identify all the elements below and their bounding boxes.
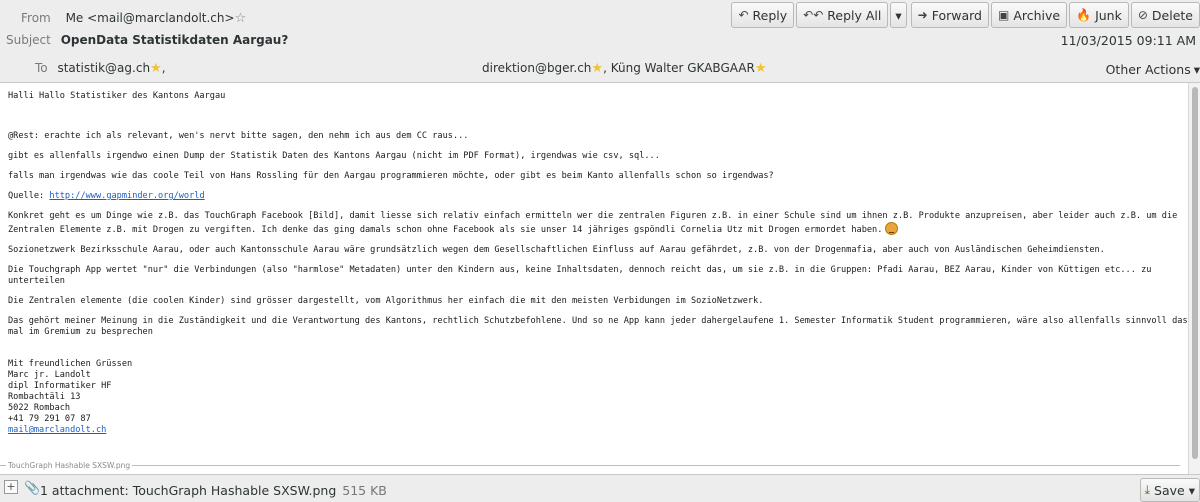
recipient-direktion[interactable]: direktion@bger.ch	[482, 61, 591, 75]
paragraph: Das gehört meiner Meinung in die Zuständ…	[8, 316, 1188, 337]
reply-label: Reply	[752, 7, 788, 23]
forward-button[interactable]: ➜ Forward	[910, 2, 989, 28]
save-button[interactable]: ⤓ Save ▾	[1139, 478, 1200, 502]
paragraph: Sozionetzwerk Bezirksschule Aarau, oder …	[8, 245, 1105, 255]
star-icon[interactable]: ★	[591, 61, 603, 76]
paragraph: Die Zentralen elemente (die coolen Kinde…	[8, 296, 764, 306]
reply-all-button[interactable]: ↶↶ Reply All	[796, 2, 889, 28]
attachment-text: 1 attachment: TouchGraph Hashable SXSW.p…	[40, 483, 337, 498]
signature: Mit freundlichen Grüssen Marc jr. Landol…	[8, 359, 133, 424]
message-date: 11/03/2015 09:11 AM	[1060, 33, 1196, 48]
source-paragraph: Quelle: http://www.gapminder.org/world	[8, 191, 1188, 202]
reply-all-dropdown[interactable]: ▾	[890, 2, 907, 28]
to-row: To statistik@ag.ch★,	[35, 61, 166, 76]
other-actions-label: Other Actions	[1105, 61, 1191, 77]
signature-email-link[interactable]: mail@marclandolt.ch	[8, 425, 106, 435]
separator-line	[0, 465, 6, 466]
recipient-separator: ,	[603, 61, 607, 75]
recipient-statistik[interactable]: statistik@ag.ch	[57, 61, 150, 75]
to-label: To	[35, 61, 48, 75]
paragraph: Die Touchgraph App wertet "nur" die Verb…	[8, 265, 1157, 286]
delete-icon: ⊘	[1137, 8, 1148, 22]
delete-button[interactable]: ⊘ Delete	[1130, 2, 1200, 28]
paragraph: Konkret geht es um Dinge wie z.B. das To…	[8, 211, 1188, 236]
attachment-size: 515 KB	[342, 483, 387, 498]
star-icon[interactable]: ★	[755, 61, 767, 76]
forward-icon: ➜	[917, 8, 928, 22]
expand-attachments-button[interactable]: +	[4, 480, 18, 494]
subject-value: OpenData Statistikdaten Aargau?	[60, 33, 289, 47]
gapminder-link[interactable]: http://www.gapminder.org/world	[49, 191, 204, 201]
reply-all-label: Reply All	[827, 7, 882, 23]
greeting: Halli Hallo Statistiker des Kantons Aarg…	[8, 91, 226, 101]
attachment-summary: 1 attachment: TouchGraph Hashable SXSW.p…	[40, 483, 387, 498]
reply-icon: ↶	[738, 8, 749, 22]
paperclip-icon: 📎	[24, 481, 41, 496]
save-label: Save	[1154, 482, 1185, 498]
subject-row: Subject OpenData Statistikdaten Aargau?	[6, 33, 288, 47]
junk-icon: 🔥	[1076, 8, 1092, 22]
message-header: From Me <mail@marclandolt.ch>☆ Subject O…	[0, 0, 1200, 82]
delete-label: Delete	[1151, 7, 1193, 23]
forward-label: Forward	[931, 7, 982, 23]
paragraph: @Rest: erachte ich als relevant, wen's n…	[8, 131, 469, 141]
archive-icon: ▣	[998, 8, 1010, 22]
from-row: From Me <mail@marclandolt.ch>☆	[21, 11, 246, 26]
archive-label: Archive	[1013, 7, 1061, 23]
junk-button[interactable]: 🔥 Junk	[1069, 2, 1129, 28]
star-icon[interactable]: ★	[150, 61, 162, 76]
message-toolbar: ↶ Reply ↶↶ Reply All ▾ ➜ Forward ▣ Archive 🔥…	[731, 2, 1200, 28]
paragraph: falls man irgendwas wie das coole Teil v…	[8, 171, 774, 181]
paragraph-text: Konkret geht es um Dinge wie z.B. das To…	[8, 211, 1183, 235]
source-label: Quelle:	[8, 191, 50, 201]
archive-button[interactable]: ▣ Archive	[991, 2, 1068, 28]
scrollbar[interactable]	[1188, 83, 1200, 474]
subject-label: Subject	[6, 33, 51, 47]
message-body-frame: Halli Hallo Statistiker des Kantons Aarg…	[0, 82, 1200, 475]
junk-label: Junk	[1095, 7, 1122, 23]
reply-all-icon: ↶↶	[803, 8, 824, 22]
cc-recipients: direktion@bger.ch★, Küng Walter GKABGAAR…	[482, 61, 767, 76]
frown-emoji-icon	[885, 222, 899, 235]
separator-line	[132, 465, 1180, 466]
download-icon: ⤓	[1144, 482, 1151, 497]
star-empty-icon[interactable]: ☆	[235, 11, 247, 26]
chevron-down-icon: ▾	[1188, 482, 1195, 498]
paragraph: gibt es allenfalls irgendwo einen Dump d…	[8, 151, 660, 161]
chevron-down-icon: ▾	[895, 7, 902, 23]
message-body: Halli Hallo Statistiker des Kantons Aarg…	[8, 91, 1188, 436]
recipient-separator: ,	[161, 61, 166, 75]
recipient-kueng[interactable]: Küng Walter GKABGAAR	[611, 61, 755, 75]
from-label: From	[21, 11, 51, 25]
from-address[interactable]: Me <mail@marclandolt.ch>	[66, 11, 235, 25]
attachment-separator: TouchGraph Hashable SXSW.png	[0, 461, 1180, 470]
attachment-separator-label: TouchGraph Hashable SXSW.png	[8, 461, 131, 470]
reply-button[interactable]: ↶ Reply	[731, 2, 795, 28]
scrollbar-thumb[interactable]	[1192, 87, 1198, 459]
attachment-bar: + 📎 1 attachment: TouchGraph Hashable SX…	[0, 476, 1200, 502]
chevron-down-icon: ▾	[1193, 61, 1200, 77]
other-actions-menu[interactable]: Other Actions ▾	[1106, 58, 1200, 80]
